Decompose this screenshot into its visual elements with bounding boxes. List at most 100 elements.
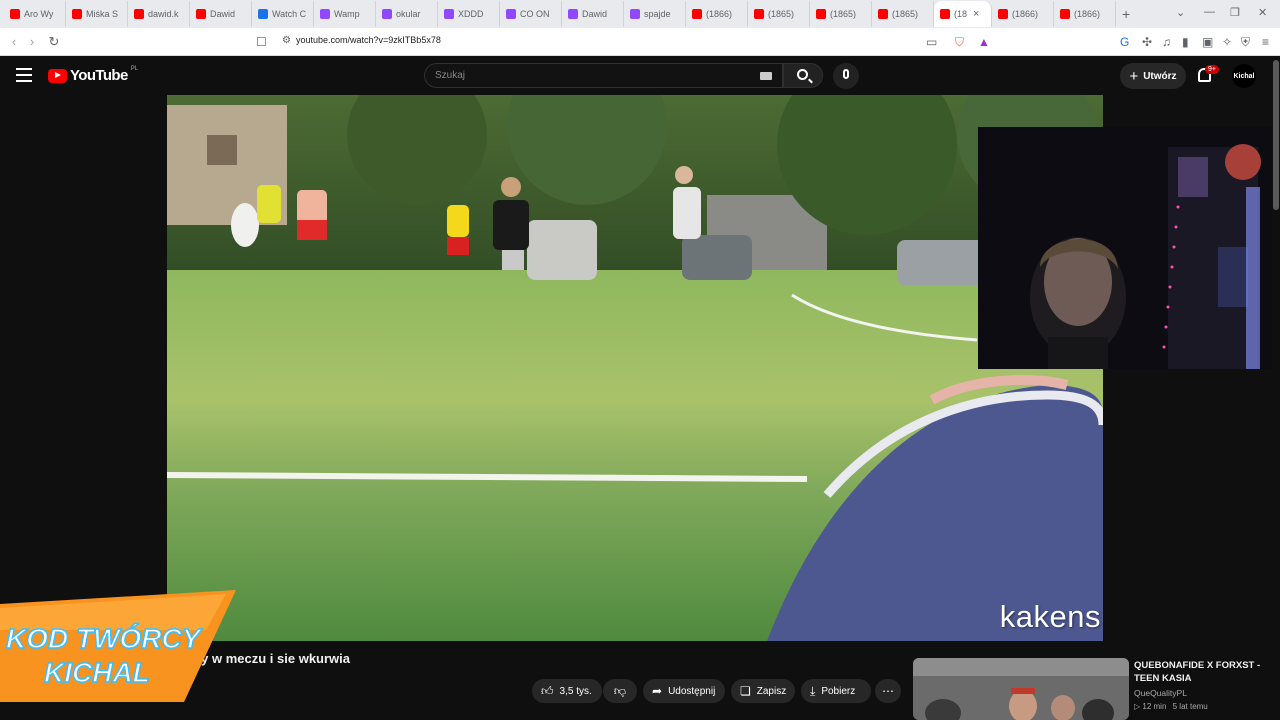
thumb-up-icon: 👍︎ (541, 683, 554, 698)
browser-tab[interactable]: Miśka S (66, 1, 128, 27)
browser-tab[interactable]: (18 × (934, 1, 992, 27)
browser-tab[interactable]: okular (376, 1, 438, 27)
browser-tab[interactable]: (1866) (686, 1, 748, 27)
tab-label: (1865) (830, 9, 857, 19)
tab-favicon-icon (196, 9, 206, 19)
browser-tab[interactable]: (1865) (748, 1, 810, 27)
address-bar[interactable]: youtube.com/watch?v=9zkITBb5x78 (296, 35, 441, 45)
guide-menu-icon[interactable] (16, 68, 32, 82)
brave-shield-icon[interactable]: ⛉ (955, 35, 964, 50)
tab-label: (1865) (768, 9, 795, 19)
account-avatar[interactable]: Kichal (1232, 64, 1256, 88)
bookmark-icon: ❏ (740, 684, 751, 698)
tab-favicon-icon (878, 9, 888, 19)
tab-label: CO ON (520, 9, 550, 19)
browser-tab[interactable]: (1865) (810, 1, 872, 27)
search-button[interactable] (783, 63, 823, 88)
translate-icon[interactable]: G (1120, 35, 1129, 49)
search-input[interactable]: Szukaj (424, 63, 783, 88)
download-label: Pobierz (821, 685, 856, 697)
brave-rewards-icon[interactable]: ▲ (978, 35, 990, 49)
thumbnail-image (913, 658, 1129, 720)
browser-tab[interactable]: Wamp (314, 1, 376, 27)
video-watermark: kakens (999, 599, 1101, 634)
extensions-icon[interactable]: ✣ (1142, 35, 1152, 49)
minimize-icon[interactable]: — (1204, 6, 1215, 18)
browser-tab[interactable]: Aro Wy (4, 1, 66, 27)
browser-tab[interactable]: XDDD (438, 1, 500, 27)
tab-favicon-icon (258, 9, 268, 19)
browser-tab[interactable]: Watch C (252, 1, 314, 27)
recommended-video-title[interactable]: QUEBONAFIDE X FORXST - TEEN KASIA (1134, 659, 1274, 685)
reload-icon[interactable]: ↻ (44, 34, 64, 50)
tab-label: (1865) (892, 9, 919, 19)
recommended-video-thumbnail[interactable] (913, 658, 1129, 720)
tab-favicon-icon (506, 9, 516, 19)
tab-label: (18 (954, 9, 968, 19)
wallet-icon[interactable]: ▣ (1202, 35, 1213, 49)
scrollbar-thumb[interactable] (1273, 60, 1279, 210)
close-window-icon[interactable]: ✕ (1258, 6, 1267, 19)
browser-tab[interactable]: dawid.k (128, 1, 190, 27)
media-icon[interactable]: ♫ (1162, 35, 1171, 49)
tab-label: okular (396, 9, 421, 19)
save-button[interactable]: ❏ Zapisz (731, 679, 795, 703)
youtube-logo[interactable]: YouTube PL (48, 65, 139, 84)
site-info-icon[interactable]: ⚙ (282, 35, 291, 46)
tab-favicon-icon (754, 9, 764, 19)
thumb-down-icon: 👎︎ (613, 683, 627, 698)
more-icon: ⋯ (882, 684, 894, 698)
tab-favicon-icon (940, 9, 950, 19)
create-label: Utwórz (1143, 70, 1177, 82)
tab-close-icon[interactable]: × (973, 8, 979, 20)
forward-icon[interactable]: › (22, 34, 42, 49)
dislike-button[interactable]: 👎︎ (603, 679, 637, 703)
recommended-video-meta: ▷ 12 min 5 lat temu (1134, 702, 1208, 711)
browser-tab[interactable]: (1865) (872, 1, 934, 27)
sidebar-icon[interactable]: ▮ (1182, 35, 1189, 49)
restore-icon[interactable]: ❐ (1230, 6, 1240, 19)
new-tab-button[interactable]: + (1122, 6, 1130, 22)
browser-tab[interactable]: (1866) (992, 1, 1054, 27)
tab-favicon-icon (320, 9, 330, 19)
download-button[interactable]: ⤓ Pobierz (801, 679, 871, 703)
tab-favicon-icon (568, 9, 578, 19)
tab-label: Aro Wy (24, 9, 54, 19)
like-button[interactable]: 👍︎ 3,5 tys. (532, 679, 602, 703)
browser-menu-icon[interactable]: ≡ (1262, 35, 1269, 49)
leo-icon[interactable]: ✧ (1222, 35, 1232, 49)
browser-tab[interactable]: (1866) (1054, 1, 1116, 27)
youtube-header: YouTube PL Szukaj + Utwórz 9+ Kichal (0, 56, 1280, 95)
video-player[interactable]: kakens (167, 95, 1103, 641)
share-icon: ➦ (652, 684, 663, 698)
creator-code-line1: KOD TWÓRCY (6, 623, 203, 654)
back-icon[interactable]: ‹ (4, 34, 24, 49)
tab-favicon-icon (444, 9, 454, 19)
browser-tab[interactable]: spajde (624, 1, 686, 27)
country-code: PL (130, 65, 139, 72)
tab-favicon-icon (10, 9, 20, 19)
tab-favicon-icon (134, 9, 144, 19)
tab-search-icon[interactable]: ⌄ (1176, 6, 1185, 19)
browser-tab[interactable]: Dawid (562, 1, 624, 27)
recommended-video-age: 5 lat temu (1172, 702, 1208, 711)
more-actions-button[interactable]: ⋯ (875, 679, 901, 703)
creator-code-banner: KOD TWÓRCY KICHAL (0, 590, 236, 702)
tab-label: Watch C (272, 9, 307, 19)
recommended-video-channel[interactable]: QueQualityPL (1134, 688, 1187, 698)
vpn-icon[interactable]: ⛨ (1241, 35, 1250, 50)
bookmark-icon[interactable]: ☐ (256, 35, 267, 49)
browser-toolbar: ‹ › ↻ ☐ ⚙ youtube.com/watch?v=9zkITBb5x7… (0, 28, 1280, 56)
browser-tab[interactable]: CO ON (500, 1, 562, 27)
keyboard-icon[interactable] (760, 72, 772, 80)
tab-favicon-icon (1060, 9, 1070, 19)
create-button[interactable]: + Utwórz (1120, 63, 1186, 89)
tab-favicon-icon (382, 9, 392, 19)
tab-label: spajde (644, 9, 671, 19)
share-button[interactable]: ➦ Udostępnij (643, 679, 725, 703)
youtube-wordmark: YouTube (70, 67, 128, 84)
browser-tab[interactable]: Dawid (190, 1, 252, 27)
microphone-icon (843, 69, 849, 79)
voice-search-button[interactable] (833, 63, 859, 89)
cast-icon[interactable]: ▭ (926, 35, 937, 49)
